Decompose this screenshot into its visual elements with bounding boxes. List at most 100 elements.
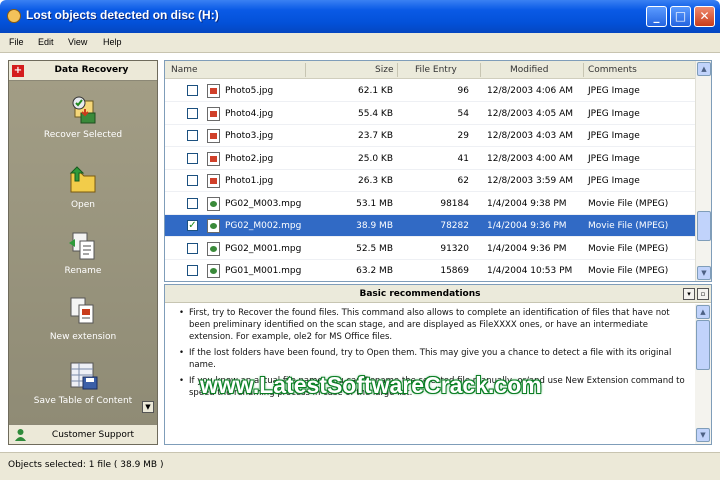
rec-scroll-down-button[interactable]: ▼	[696, 428, 710, 442]
status-bar: Objects selected: 1 file ( 38.9 MB )	[0, 452, 720, 480]
recover-icon	[72, 96, 96, 124]
file-comments: JPEG Image	[588, 131, 640, 141]
table-row[interactable]: PG02_M003.mpg 53.1 MB 98184 1/4/2004 9:38 P…	[165, 193, 695, 215]
file-size: 38.9 MB	[356, 221, 393, 231]
file-entry: 41	[457, 153, 469, 164]
recover-selected-button[interactable]: Recover Selected	[9, 93, 157, 140]
file-comments: Movie File (MPEG)	[588, 266, 669, 276]
file-modified: 1/4/2004 9:38 PM	[487, 198, 567, 209]
rename-label: Rename	[64, 266, 102, 276]
column-divider	[397, 63, 398, 77]
rename-button[interactable]: Rename	[9, 229, 157, 276]
customer-support-label: Customer Support	[51, 430, 135, 440]
file-modified: 12/8/2003 4:05 AM	[487, 108, 574, 119]
row-checkbox[interactable]	[187, 175, 198, 186]
maximize-button[interactable]: □	[670, 6, 691, 27]
jpeg-file-icon	[207, 129, 220, 143]
file-comments: Movie File (MPEG)	[588, 221, 669, 231]
rename-icon	[69, 232, 95, 260]
column-file-entry[interactable]: File Entry	[415, 65, 457, 75]
row-checkbox[interactable]	[187, 242, 198, 254]
file-name: PG01_M001.mpg	[225, 266, 302, 276]
file-size: 63.2 MB	[356, 266, 393, 276]
mpeg-file-icon	[207, 264, 220, 278]
file-name: Photo3.jpg	[225, 131, 274, 141]
open-button[interactable]: Open	[9, 163, 157, 210]
mpeg-file-icon	[207, 241, 220, 256]
table-row[interactable]: Photo4.jpg 55.4 KB 54 12/8/2003 4:05 AM JPEG…	[165, 103, 695, 125]
recommendation-item: First, try to Recover the found files. T…	[179, 307, 689, 343]
rec-scroll-thumb[interactable]	[696, 320, 710, 370]
mpeg-file-icon	[207, 219, 220, 233]
table-row[interactable]: Photo3.jpg 23.7 KB 29 12/8/2003 4:03 AM JPEG…	[165, 125, 695, 147]
save-table-button[interactable]: Save Table of Content	[9, 359, 157, 406]
row-checkbox[interactable]	[187, 265, 198, 276]
table-row[interactable]: PG02_M001.mpg 52.5 MB 91320 1/4/2004 9:36 P…	[165, 238, 695, 260]
open-label: Open	[70, 200, 96, 210]
file-size: 53.1 MB	[356, 198, 393, 209]
file-list-scrollbar[interactable]: ▲ ▼	[695, 61, 711, 281]
menu-edit[interactable]: Edit	[38, 37, 54, 47]
file-comments: Movie File (MPEG)	[588, 243, 669, 254]
file-size: 52.5 MB	[356, 243, 393, 254]
file-size: 55.4 KB	[358, 108, 393, 119]
file-comments: JPEG Image	[588, 153, 640, 164]
table-row[interactable]: ✓ PG02_M002.mpg 38.9 MB 78282 1/4/2004 9:36 …	[165, 215, 695, 237]
column-comments[interactable]: Comments	[588, 65, 637, 75]
column-divider	[583, 63, 584, 77]
file-entry: 91320	[440, 243, 469, 254]
file-modified: 1/4/2004 9:36 PM	[487, 243, 567, 254]
recommendations-scrollbar[interactable]: ▲ ▼	[695, 304, 711, 444]
minimize-button[interactable]: _	[646, 6, 667, 27]
scroll-down-button[interactable]: ▼	[697, 266, 711, 280]
customer-support-button[interactable]: Customer Support	[9, 424, 157, 444]
watermark-text: www.LatestSoftwareCrack.com	[200, 372, 542, 398]
status-text: Objects selected: 1 file ( 38.9 MB )	[8, 460, 164, 470]
close-panel-button[interactable]: ▫	[697, 288, 709, 300]
file-list-header: Name Size File Entry Modified Comments	[165, 61, 695, 79]
recommendations-title: Basic recommendations	[359, 289, 481, 299]
row-checkbox[interactable]	[187, 85, 198, 96]
jpeg-file-icon	[207, 106, 220, 121]
new-extension-icon	[70, 297, 94, 324]
sidebar-scroll-button[interactable]: ▼	[142, 401, 154, 413]
save-table-label: Save Table of Content	[33, 396, 133, 406]
table-row[interactable]: Photo5.jpg 62.1 KB 96 12/8/2003 4:06 AM JPEG…	[165, 80, 695, 102]
close-button[interactable]: ✕	[694, 6, 715, 27]
new-extension-button[interactable]: New extension	[9, 295, 157, 342]
file-name: Photo5.jpg	[225, 86, 274, 96]
file-name: Photo4.jpg	[225, 108, 274, 119]
first-aid-icon: +	[12, 65, 24, 77]
table-row[interactable]: Photo2.jpg 25.0 KB 41 12/8/2003 4:00 AM JPEG…	[165, 148, 695, 170]
menu-help[interactable]: Help	[103, 37, 122, 47]
menu-view[interactable]: View	[68, 37, 87, 47]
column-modified[interactable]: Modified	[510, 65, 548, 75]
recover-selected-label: Recover Selected	[43, 130, 123, 140]
sidebar-title: Data Recovery	[54, 65, 129, 75]
scroll-thumb[interactable]	[697, 211, 711, 241]
file-entry: 29	[457, 131, 469, 141]
row-checkbox[interactable]	[187, 130, 198, 141]
file-size: 25.0 KB	[358, 153, 393, 164]
row-checkbox[interactable]	[187, 152, 198, 164]
row-checkbox[interactable]	[187, 197, 198, 209]
title-bar: Lost objects detected on disc (H:) _ □ ✕	[0, 0, 720, 33]
table-row[interactable]: PG01_M001.mpg 63.2 MB 15869 1/4/2004 10:53 …	[165, 260, 695, 281]
table-row[interactable]: Photo1.jpg 26.3 KB 62 12/8/2003 3:59 AM JPEG…	[165, 170, 695, 192]
rec-scroll-up-button[interactable]: ▲	[696, 305, 710, 319]
support-person-icon	[15, 429, 26, 441]
scroll-up-button[interactable]: ▲	[697, 62, 711, 76]
column-size[interactable]: Size	[375, 65, 393, 75]
menu-file[interactable]: File	[9, 37, 24, 47]
collapse-panel-button[interactable]: ▾	[683, 288, 695, 300]
recommendations-header: Basic recommendations ▾ ▫	[165, 285, 711, 303]
recommendations-panel: Basic recommendations ▾ ▫ First, try to …	[164, 284, 712, 445]
jpeg-file-icon	[207, 151, 220, 166]
row-checkbox[interactable]	[187, 107, 198, 119]
file-entry: 78282	[440, 221, 469, 231]
file-name: PG02_M003.mpg	[225, 198, 302, 209]
row-checkbox[interactable]: ✓	[187, 220, 198, 231]
column-name[interactable]: Name	[171, 65, 198, 75]
file-entry: 62	[457, 176, 469, 186]
file-name: Photo1.jpg	[225, 176, 274, 186]
